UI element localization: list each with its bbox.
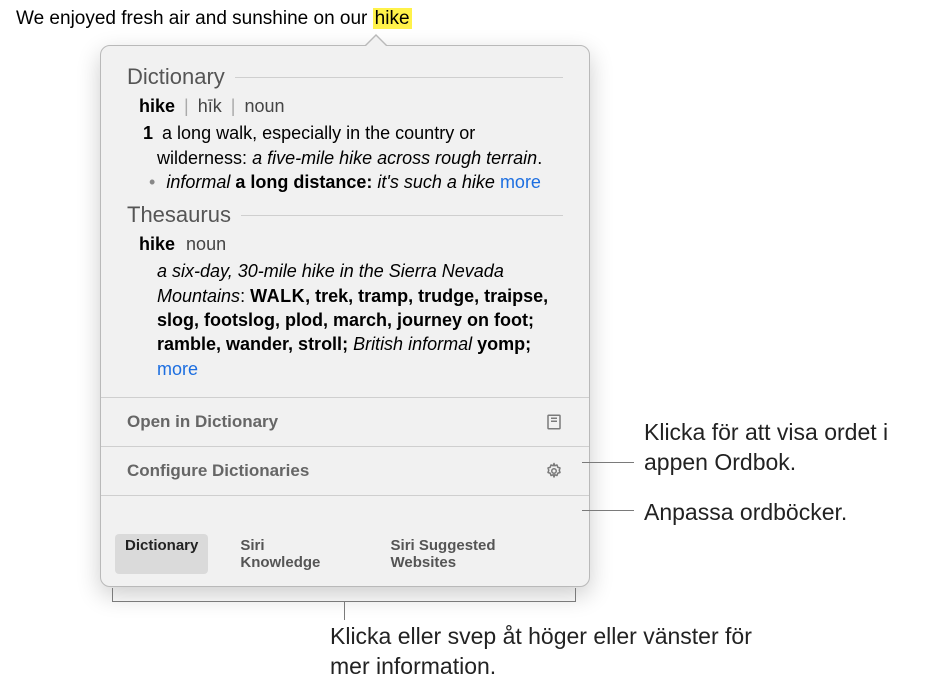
- sub-sense: • informal a long distance: it's such a …: [139, 170, 563, 194]
- configure-dictionaries-label: Configure Dictionaries: [127, 461, 309, 481]
- thesaurus-head-synonym: WALK: [250, 286, 305, 306]
- callout-bracket: [112, 588, 576, 602]
- callout-configure-text: Anpassa ordböcker.: [644, 499, 847, 525]
- dictionary-pronunciation: hīk: [198, 96, 222, 116]
- thesaurus-more-link[interactable]: more: [157, 359, 198, 379]
- divider: [101, 495, 589, 496]
- separator: |: [184, 96, 189, 116]
- configure-dictionaries-row[interactable]: Configure Dictionaries: [101, 455, 589, 487]
- tab-bar: Dictionary Siri Knowledge Siri Suggested…: [101, 504, 589, 574]
- callout-open-dictionary-text: Klicka för att visa ordet i appen Ordbok…: [644, 419, 888, 475]
- book-icon: [545, 413, 563, 431]
- dictionary-entry: hike | hīk | noun 1 a long walk, especia…: [101, 94, 589, 202]
- thesaurus-pos: noun: [186, 234, 226, 254]
- colon: :: [240, 286, 250, 306]
- tab-siri-websites[interactable]: Siri Suggested Websites: [381, 534, 575, 574]
- callout-line: [582, 510, 634, 511]
- thesaurus-section-title: Thesaurus: [101, 202, 589, 232]
- thesaurus-headword-line: hike noun: [139, 232, 563, 256]
- thesaurus-register-label: British informal: [353, 334, 472, 354]
- thesaurus-register-synonym: yomp;: [472, 334, 531, 354]
- context-sentence: We enjoyed fresh air and sunshine on our…: [16, 8, 412, 30]
- open-in-dictionary-row[interactable]: Open in Dictionary: [101, 406, 589, 438]
- callout-tabs: Klicka eller svep åt höger eller vänster…: [330, 622, 760, 682]
- definition-line: 1 a long walk, especially in the country…: [139, 121, 563, 170]
- sense-number: 1: [143, 123, 153, 143]
- example-period: .: [537, 148, 542, 168]
- callout-line: [582, 462, 634, 463]
- callout-tabs-text: Klicka eller svep åt höger eller vänster…: [330, 623, 752, 679]
- register-label: informal: [166, 172, 230, 192]
- dictionary-section-title: Dictionary: [101, 64, 589, 94]
- tab-dictionary[interactable]: Dictionary: [115, 534, 208, 574]
- divider: [101, 397, 589, 398]
- dictionary-headword-line: hike | hīk | noun: [139, 94, 563, 118]
- divider: [101, 446, 589, 447]
- sentence-text: We enjoyed fresh air and sunshine on our: [16, 8, 373, 29]
- gear-icon: [545, 462, 563, 480]
- dictionary-headword: hike: [139, 96, 175, 116]
- callout-line: [344, 602, 345, 620]
- callout-open-dictionary: Klicka för att visa ordet i appen Ordbok…: [644, 418, 894, 478]
- bullet-icon: •: [149, 172, 155, 192]
- tab-siri-knowledge[interactable]: Siri Knowledge: [230, 534, 358, 574]
- callout-configure: Anpassa ordböcker.: [644, 498, 847, 528]
- sub-definition: a long distance:: [235, 172, 372, 192]
- thesaurus-body: a six-day, 30-mile hike in the Sierra Ne…: [139, 259, 563, 380]
- definition-example: a five-mile hike across rough terrain: [252, 148, 537, 168]
- open-in-dictionary-label: Open in Dictionary: [127, 412, 278, 432]
- dictionary-more-link[interactable]: more: [500, 172, 541, 192]
- separator: |: [231, 96, 236, 116]
- lookup-popover: Dictionary hike | hīk | noun 1 a long wa…: [100, 45, 590, 587]
- thesaurus-headword: hike: [139, 234, 175, 254]
- highlighted-word[interactable]: hike: [373, 8, 412, 29]
- thesaurus-entry: hike noun a six-day, 30-mile hike in the…: [101, 232, 589, 389]
- dictionary-pos: noun: [244, 96, 284, 116]
- sub-example: it's such a hike: [377, 172, 495, 192]
